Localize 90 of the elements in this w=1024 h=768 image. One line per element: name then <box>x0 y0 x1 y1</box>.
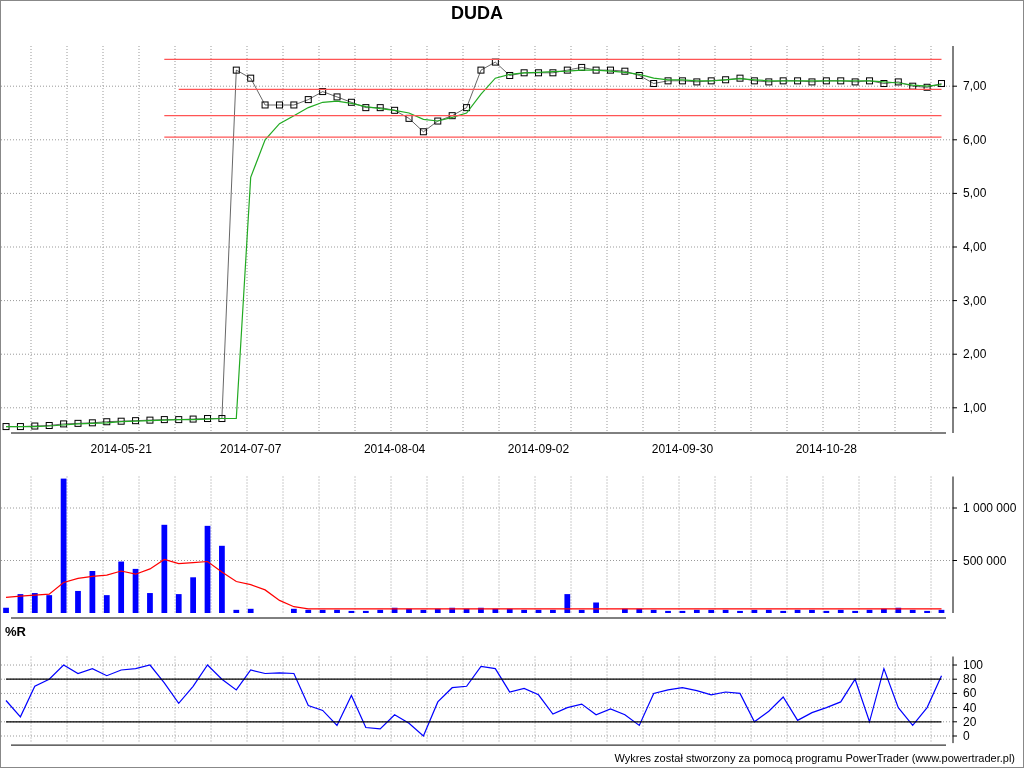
price-marker <box>808 78 816 86</box>
axis-label: 100 <box>963 658 984 672</box>
price-marker <box>750 77 758 85</box>
price-marker <box>607 66 614 74</box>
price-marker <box>448 112 456 120</box>
axis-label: 5,00 <box>963 186 987 201</box>
axis-label: 0 <box>963 729 970 743</box>
price-marker <box>923 83 931 91</box>
price-marker <box>506 72 514 79</box>
price-marker <box>304 96 312 104</box>
axis-label: 2014-09-30 <box>651 442 714 456</box>
price-marker <box>635 72 643 79</box>
price-marker <box>463 104 471 112</box>
axis-label: 80 <box>963 672 977 687</box>
price-marker <box>909 82 917 90</box>
price-marker <box>866 77 874 85</box>
panel-label: %R <box>5 623 26 639</box>
price-marker <box>650 80 658 87</box>
price-marker <box>247 74 255 82</box>
axis-label: 2014-05-21 <box>90 442 152 456</box>
price-marker <box>664 77 672 85</box>
chart-title: DUDA <box>451 3 503 24</box>
price-marker <box>16 423 24 431</box>
price-marker <box>851 78 859 86</box>
axis-label: 60 <box>963 686 977 701</box>
price-marker <box>117 417 125 425</box>
price-marker <box>103 418 111 426</box>
price-marker <box>880 80 888 87</box>
price-marker <box>779 77 787 85</box>
axis-label: 3,00 <box>963 293 987 308</box>
price-marker <box>621 67 629 75</box>
price-marker <box>822 77 830 85</box>
price-marker <box>938 80 945 87</box>
price-marker <box>261 101 269 109</box>
price-marker <box>563 66 571 74</box>
price-marker <box>276 101 283 109</box>
price-marker <box>391 106 399 114</box>
axis-label: 2014-07-07 <box>220 442 282 456</box>
axis-label: 2014-10-28 <box>795 442 858 456</box>
price-marker <box>376 104 384 112</box>
axis-label: 1 000 000 <box>963 501 1017 515</box>
price-marker <box>419 128 427 136</box>
price-marker <box>592 66 600 74</box>
price-marker <box>491 58 499 66</box>
price-marker <box>362 104 370 112</box>
price-marker <box>477 66 485 74</box>
price-marker <box>88 419 96 427</box>
axis-label: 1,00 <box>963 400 987 415</box>
price-marker <box>765 78 773 86</box>
footer-credit: Wykres został stworzony za pomocą programu PowerTrader (www.powertrader.pl) <box>614 752 1015 764</box>
price-marker <box>693 78 701 86</box>
axis-label: 500 000 <box>963 553 1007 568</box>
axis-label: 6,00 <box>963 132 987 147</box>
price-marker <box>707 77 715 85</box>
price-marker <box>218 415 226 423</box>
price-marker <box>2 423 10 431</box>
price-marker <box>736 74 744 82</box>
price-marker <box>204 415 211 423</box>
price-marker <box>31 422 39 430</box>
axis-label: 2014-08-04 <box>363 442 426 456</box>
price-marker <box>549 69 557 77</box>
price-marker <box>794 77 802 85</box>
axis-label: 7,00 <box>963 79 987 94</box>
price-marker <box>232 66 240 74</box>
price-marker <box>60 420 68 428</box>
price-marker <box>160 416 168 424</box>
price-marker <box>837 77 845 85</box>
price-marker <box>319 88 327 96</box>
price-marker <box>894 78 902 86</box>
price-marker <box>578 63 586 71</box>
price-marker <box>189 415 197 423</box>
price-marker <box>333 93 341 101</box>
axis-label: 40 <box>963 700 977 715</box>
price-marker <box>347 98 355 106</box>
price-marker <box>520 69 528 77</box>
price-marker <box>678 77 686 85</box>
axis-label: 20 <box>963 714 977 729</box>
price-marker <box>175 416 183 424</box>
axis-label: 4,00 <box>963 240 987 254</box>
price-marker <box>146 416 154 424</box>
price-marker <box>132 417 140 425</box>
price-marker <box>535 69 542 77</box>
axis-label: 2,00 <box>963 347 987 362</box>
price-marker <box>434 117 442 125</box>
price-marker <box>45 422 53 429</box>
price-marker <box>74 419 82 427</box>
price-marker <box>405 114 413 122</box>
price-marker <box>722 76 730 84</box>
price-marker <box>290 101 298 109</box>
axis-label: 2014-09-02 <box>507 442 570 456</box>
